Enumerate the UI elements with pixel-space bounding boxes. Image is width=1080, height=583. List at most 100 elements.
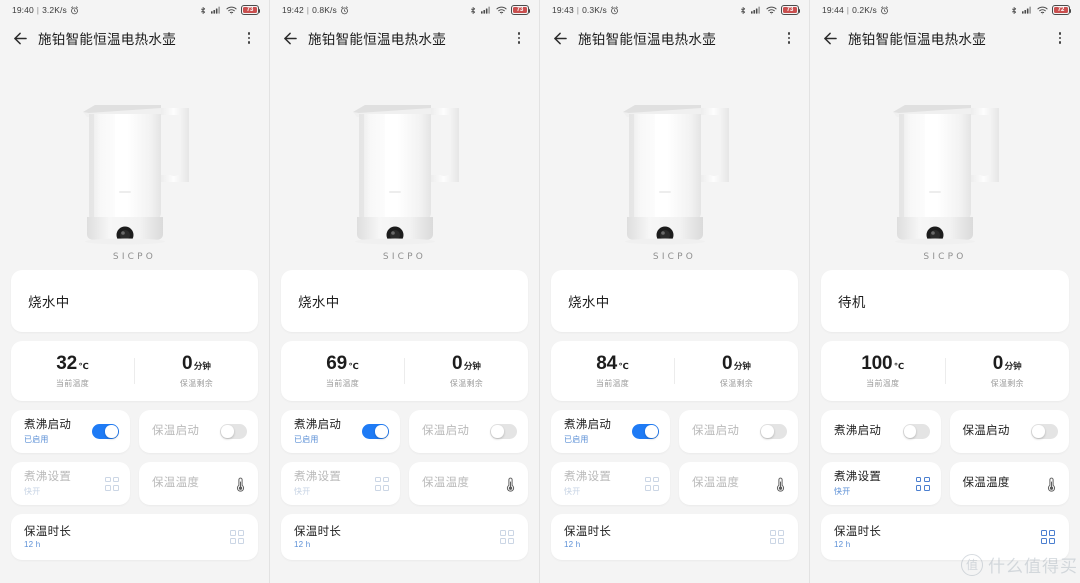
device-status-card[interactable]: 烧水中 <box>11 270 258 332</box>
more-vertical-icon[interactable] <box>781 28 797 48</box>
bluetooth-icon <box>469 5 477 16</box>
keep-warm-duration-value: 12 h <box>294 540 311 550</box>
phone-screen: 19:44 | 0.2K/s 72 施铂智能恒温电热水壶 SICPO 待机 10… <box>810 0 1080 583</box>
keep-warm-start-texts: 保温启动 <box>692 424 739 438</box>
back-arrow-icon[interactable] <box>10 28 30 48</box>
keep-warm-start-toggle-wrap <box>760 424 787 439</box>
temperature-unit: ℃ <box>618 361 629 371</box>
keep-warm-start-toggle[interactable] <box>490 424 517 439</box>
grid-squares-icon[interactable] <box>230 530 244 544</box>
keep-warm-duration-label: 保温时长 <box>564 525 612 538</box>
more-vertical-icon[interactable] <box>1052 28 1068 48</box>
cards-container: 烧水中 32 ℃ 当前温度 0 分钟 保温剩余 煮沸启动 已启用 保温启动 煮沸… <box>0 270 269 560</box>
keep-warm-duration-label: 保温时长 <box>24 525 72 538</box>
current-temperature-value-group: 84 ℃ <box>596 353 629 375</box>
thermometer-icon[interactable] <box>234 476 247 492</box>
bluetooth-icon <box>739 5 747 16</box>
current-temperature-metric: 69 ℃ 当前温度 <box>281 353 404 389</box>
boil-start-tile[interactable]: 煮沸启动 已启用 <box>821 410 941 453</box>
keep-warm-start-tile[interactable]: 保温启动 <box>679 410 798 453</box>
keep-warm-duration-card[interactable]: 保温时长 12 h <box>281 514 528 560</box>
keep-warm-start-tile[interactable]: 保温启动 <box>949 410 1069 453</box>
boil-settings-icon-wrap <box>645 476 659 491</box>
more-vertical-icon[interactable] <box>241 28 257 48</box>
keep-warm-temperature-tile[interactable]: 保温温度 <box>139 462 258 505</box>
keep-warm-duration-card[interactable]: 保温时长 12 h <box>551 514 798 560</box>
device-hero-image <box>0 56 269 256</box>
keep-warm-temperature-tile[interactable]: 保温温度 <box>679 462 798 505</box>
battery-icon: 73 <box>241 5 261 15</box>
keep-warm-temperature-tile[interactable]: 保温温度 <box>409 462 528 505</box>
thermometer-icon[interactable] <box>774 476 787 492</box>
boil-settings-icon-wrap <box>375 476 389 491</box>
grid-squares-icon[interactable] <box>500 530 514 544</box>
back-arrow-icon[interactable] <box>280 28 300 48</box>
boil-settings-texts: 煮沸设置 快开 <box>24 470 71 496</box>
keep-warm-start-toggle[interactable] <box>760 424 787 439</box>
keep-warm-duration-value: 12 h <box>564 540 581 550</box>
back-arrow-icon[interactable] <box>820 28 840 48</box>
more-vertical-icon[interactable] <box>511 28 527 48</box>
boil-start-toggle[interactable] <box>632 424 659 439</box>
keep-warm-temperature-icon-wrap <box>504 476 517 492</box>
keep-warm-remaining-value-group: 0 分钟 <box>452 353 481 375</box>
battery-icon: 73 <box>511 5 531 15</box>
keep-warm-duration-icon-wrap <box>500 530 514 544</box>
keep-warm-temperature-texts: 保温温度 <box>692 476 739 490</box>
boil-start-toggle[interactable] <box>362 424 389 439</box>
device-status-card[interactable]: 烧水中 <box>281 270 528 332</box>
keep-warm-start-label: 保温启动 <box>962 425 1010 438</box>
keep-warm-start-tile[interactable]: 保温启动 <box>139 410 258 453</box>
battery-percent: 73 <box>246 7 254 13</box>
keep-warm-start-toggle[interactable] <box>1031 424 1058 439</box>
kettle-illustration <box>65 94 205 254</box>
device-status-card[interactable]: 烧水中 <box>551 270 798 332</box>
keep-warm-start-toggle[interactable] <box>220 424 247 439</box>
toggle-row: 煮沸启动 已启用 保温启动 <box>551 410 798 453</box>
keep-warm-remaining-value: 0 <box>722 353 733 374</box>
grid-squares-icon[interactable] <box>1041 530 1055 544</box>
boil-settings-tile[interactable]: 煮沸设置 快开 <box>821 462 941 505</box>
cellular-signal-icon <box>751 5 762 15</box>
grid-squares-icon[interactable] <box>770 530 784 544</box>
boil-settings-tile[interactable]: 煮沸设置 快开 <box>281 462 400 505</box>
boil-settings-icon-wrap <box>915 476 930 491</box>
keep-warm-remaining-metric: 0 分钟 保温剩余 <box>675 353 798 389</box>
grid-squares-icon[interactable] <box>645 476 659 491</box>
alarm-clock-icon <box>610 5 619 15</box>
keep-warm-start-tile[interactable]: 保温启动 <box>409 410 528 453</box>
alarm-clock-icon <box>70 5 79 15</box>
grid-squares-icon[interactable] <box>105 476 119 491</box>
keep-warm-temperature-tile[interactable]: 保温温度 <box>949 462 1069 505</box>
thermometer-icon[interactable] <box>1045 476 1058 492</box>
keep-warm-temperature-texts: 保温温度 <box>422 476 469 490</box>
boil-start-toggle[interactable] <box>902 424 930 439</box>
thermometer-icon[interactable] <box>504 476 517 492</box>
boil-start-tile[interactable]: 煮沸启动 已启用 <box>281 410 400 453</box>
status-bar: 19:44 | 0.2K/s 72 <box>810 0 1080 20</box>
keep-warm-duration-card[interactable]: 保温时长 12 h <box>821 514 1069 560</box>
current-temperature-label: 当前温度 <box>55 379 90 388</box>
metrics-card: 69 ℃ 当前温度 0 分钟 保温剩余 <box>281 341 528 401</box>
status-bar: 19:42 | 0.8K/s 73 <box>270 0 539 20</box>
boil-start-toggle-wrap <box>632 424 659 439</box>
boil-settings-tile[interactable]: 煮沸设置 快开 <box>11 462 130 505</box>
device-hero-image <box>810 56 1080 256</box>
boil-start-tile[interactable]: 煮沸启动 已启用 <box>11 410 130 453</box>
network-speed-text: 0.8K/s <box>312 5 337 15</box>
toggle-row: 煮沸启动 已启用 保温启动 <box>11 410 258 453</box>
page-title: 施铂智能恒温电热水壶 <box>308 32 446 47</box>
keep-warm-duration-card[interactable]: 保温时长 12 h <box>11 514 258 560</box>
back-arrow-icon[interactable] <box>550 28 570 48</box>
boil-start-tile[interactable]: 煮沸启动 已启用 <box>551 410 670 453</box>
boil-settings-tile[interactable]: 煮沸设置 快开 <box>551 462 670 505</box>
grid-squares-icon[interactable] <box>375 476 389 491</box>
grid-squares-icon[interactable] <box>915 476 930 491</box>
status-bar-clock: 19:43 <box>552 5 574 15</box>
boil-settings-sublabel: 快开 <box>294 486 311 496</box>
status-bar-left: 19:44 | 0.2K/s <box>822 5 889 15</box>
battery-icon: 72 <box>1052 5 1072 15</box>
boil-start-toggle[interactable] <box>92 424 119 439</box>
minute-unit: 分钟 <box>733 361 751 371</box>
device-status-card[interactable]: 待机 <box>821 270 1069 332</box>
